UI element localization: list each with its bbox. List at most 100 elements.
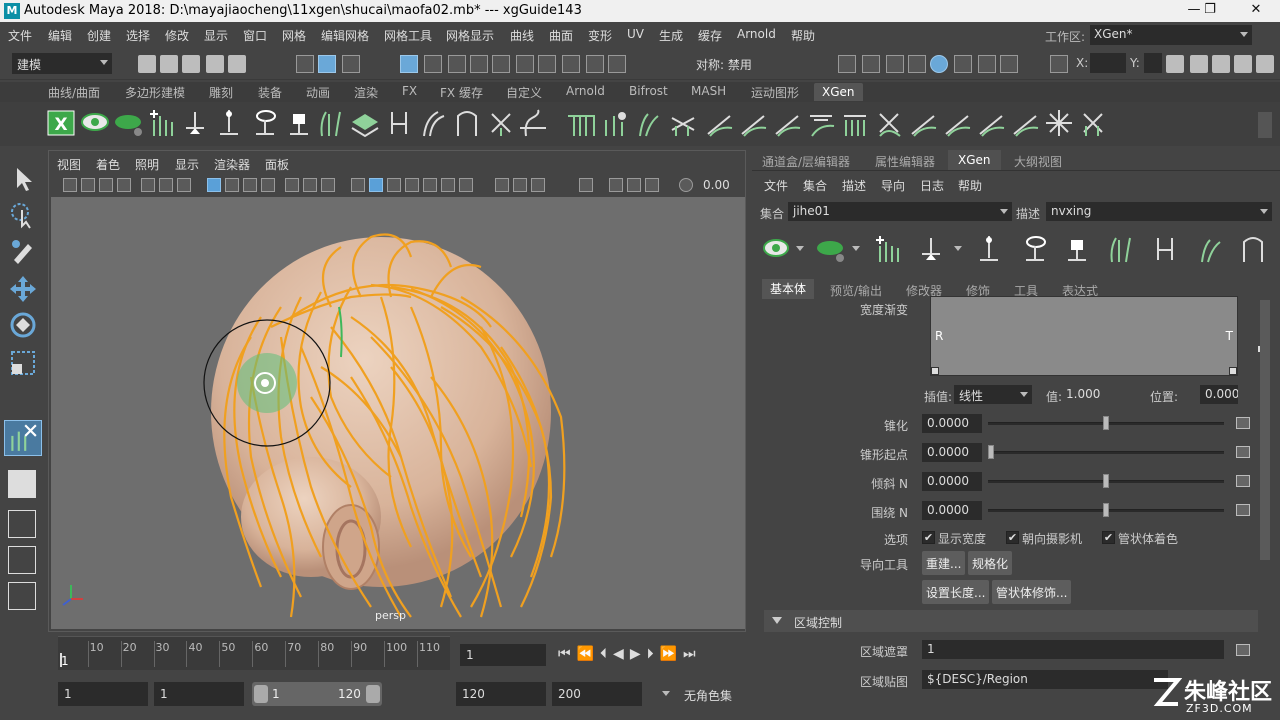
chevron-down-icon[interactable] (954, 246, 962, 251)
tab-poly-modeling[interactable]: 多边形建模 (125, 84, 185, 101)
step-forward-icon[interactable]: ⏵ (647, 646, 660, 662)
menu-help[interactable]: 帮助 (791, 27, 815, 44)
groom-density-icon[interactable] (600, 108, 630, 138)
character-set-label[interactable]: 无角色集 (684, 687, 732, 704)
camera-attr-icon[interactable] (81, 178, 95, 192)
groom-smooth-icon[interactable] (704, 108, 734, 138)
rebuild-button[interactable]: 重建... (922, 551, 966, 575)
snap-surface-icon[interactable] (492, 55, 510, 73)
redo-icon[interactable] (228, 55, 246, 73)
menu-arnold[interactable]: Arnold (737, 27, 776, 41)
menu-file[interactable]: 文件 (8, 27, 32, 44)
groom-noise-icon[interactable] (942, 108, 972, 138)
modeling-toolkit-icon[interactable] (1190, 55, 1208, 73)
last-tool-button[interactable] (4, 420, 42, 456)
film-gate-icon[interactable] (225, 178, 239, 192)
vp-menu-renderer[interactable]: 渲染器 (214, 156, 250, 173)
menu-window[interactable]: 窗口 (243, 27, 267, 44)
collection-select[interactable]: jihe01 (788, 202, 1012, 221)
image-plane-icon[interactable] (117, 178, 131, 192)
guide-delete-icon[interactable] (486, 108, 516, 138)
region-section-header[interactable]: 区域控制 (764, 610, 1258, 632)
guide-visibility-icon[interactable] (1020, 234, 1050, 264)
play-forward-icon[interactable]: ▶ (630, 646, 647, 662)
menu-cache[interactable]: 缓存 (698, 27, 722, 44)
leaf-icon[interactable] (816, 234, 846, 264)
panel-scrollbar[interactable] (1260, 300, 1270, 560)
xray-joints-icon[interactable] (627, 178, 641, 192)
tilt-map-icon[interactable] (1236, 475, 1250, 487)
tab-channel-box[interactable]: 通道盒/层编辑器 (762, 153, 850, 170)
menu-mesh-tools[interactable]: 网格工具 (384, 27, 432, 44)
tab-sculpting[interactable]: 雕刻 (209, 84, 233, 101)
xg-menu-guides[interactable]: 导向 (881, 177, 905, 194)
safe-action-icon[interactable] (303, 178, 317, 192)
guide-curl-icon[interactable] (518, 108, 548, 138)
exposure-icon[interactable] (679, 178, 693, 192)
menu-mesh[interactable]: 网格 (282, 27, 306, 44)
go-start-icon[interactable]: ⏮ (558, 646, 577, 662)
around-map-icon[interactable] (1236, 504, 1250, 516)
persp-outliner-layout-icon[interactable] (8, 546, 36, 574)
menu-uv[interactable]: UV (627, 27, 644, 41)
groom-clump-icon[interactable] (874, 108, 904, 138)
transform-icon[interactable] (1050, 55, 1068, 73)
lock-icon[interactable] (586, 55, 604, 73)
render-settings-icon[interactable] (908, 55, 926, 73)
lasso-tool-icon[interactable] (8, 200, 38, 230)
width-ramp-editor[interactable]: R T (930, 296, 1238, 376)
subtab-preview-output[interactable]: 预览/输出 (830, 282, 882, 299)
xgen-editor-icon[interactable]: X (46, 108, 76, 138)
layer-icon[interactable] (350, 108, 380, 138)
y-field[interactable] (1144, 53, 1162, 73)
guide-lock-icon[interactable] (1062, 234, 1092, 264)
groom-settings-icon[interactable] (1078, 108, 1108, 138)
new-scene-icon[interactable] (138, 55, 156, 73)
go-end-icon[interactable]: ⏭ (683, 646, 702, 662)
groom-freeze-icon[interactable] (772, 108, 802, 138)
add-guide-icon[interactable] (146, 108, 176, 138)
step-back-icon[interactable]: ⏴ (600, 646, 613, 662)
tab-fx[interactable]: FX (402, 84, 417, 98)
arnold-render-icon[interactable] (954, 55, 972, 73)
lighting-icon[interactable] (441, 178, 455, 192)
groom-direction-icon[interactable] (738, 108, 768, 138)
ramp-key-end[interactable] (1229, 367, 1237, 375)
select-guide-icon[interactable] (916, 234, 946, 264)
shelf-scroll-icon[interactable] (1258, 112, 1272, 138)
menu-edit[interactable]: 编辑 (48, 27, 72, 44)
snap-view-icon[interactable] (470, 55, 488, 73)
around-slider-thumb[interactable] (1103, 503, 1109, 517)
workspace-select[interactable]: XGen* (1090, 25, 1252, 45)
anim-end-field[interactable]: 200 (552, 682, 642, 706)
symmetry-label[interactable]: 对称: 禁用 (696, 56, 752, 73)
vp-menu-show[interactable]: 显示 (175, 156, 199, 173)
description-select[interactable]: nvxing (1046, 202, 1272, 221)
groom-width-icon[interactable] (840, 108, 870, 138)
xray-icon[interactable] (609, 178, 623, 192)
outliner-layout-icon[interactable] (8, 582, 36, 610)
step-forward-key-icon[interactable]: ⏩ (660, 646, 683, 662)
xg-menu-help[interactable]: 帮助 (958, 177, 982, 194)
normalize-button[interactable]: 规格化 (968, 551, 1013, 575)
preview-eye-icon[interactable] (80, 108, 110, 138)
groom-spray-icon[interactable] (1044, 108, 1074, 138)
history-icon[interactable] (538, 55, 556, 73)
playback-end-field[interactable]: 120 (456, 682, 546, 706)
close-button[interactable]: ✕ (1244, 2, 1268, 20)
tab-xgen[interactable]: XGen (814, 83, 863, 101)
attribute-editor-icon[interactable] (1256, 55, 1274, 73)
tilt-slider-thumb[interactable] (1103, 474, 1109, 488)
ramp-value-field[interactable]: 1.000 (1066, 385, 1156, 404)
show-width-checkbox[interactable]: ✔ (922, 531, 935, 544)
playback-start-field[interactable]: 1 (154, 682, 244, 706)
tube-shade-checkbox[interactable]: ✔ (1102, 531, 1115, 544)
default-material-icon[interactable] (387, 178, 401, 192)
menu-edit-mesh[interactable]: 编辑网格 (321, 27, 369, 44)
ramp-key-start[interactable] (931, 367, 939, 375)
vp-menu-view[interactable]: 视图 (57, 156, 81, 173)
guide-length-icon[interactable] (384, 108, 414, 138)
chevron-down-icon[interactable] (852, 246, 860, 251)
hair-strands-icon[interactable] (316, 108, 346, 138)
groom-comb-icon[interactable] (634, 108, 664, 138)
